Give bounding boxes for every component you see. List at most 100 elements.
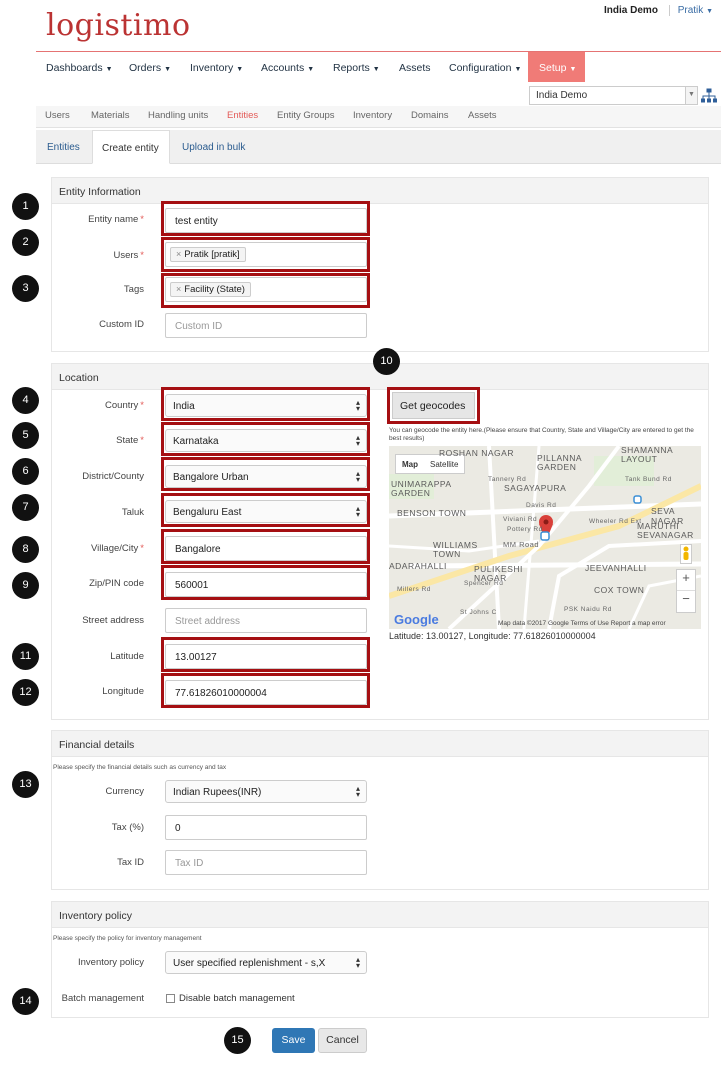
nav-reports[interactable]: Reports ▼	[333, 62, 380, 74]
inventory-policy-panel: Inventory policy	[51, 901, 709, 1018]
taluk-select[interactable]: Bengaluru East ▴ ▾	[165, 500, 367, 523]
tab-entities[interactable]: Entities	[38, 130, 89, 164]
logo[interactable]: logistimo	[46, 8, 191, 43]
subnav-materials[interactable]: Materials	[91, 110, 130, 121]
save-button[interactable]: Save	[272, 1028, 315, 1053]
map-street: Wheeler Rd Ext	[589, 518, 642, 525]
tax-label: Tax (%)	[111, 822, 144, 833]
hierarchy-icon[interactable]	[701, 88, 717, 104]
map-street: Tank Bund Rd	[625, 476, 672, 483]
currency-select[interactable]: Indian Rupees(INR) ▴ ▾	[165, 780, 367, 803]
step-badge: 9	[12, 572, 39, 599]
remove-icon[interactable]: ×	[176, 284, 181, 294]
zip-label: Zip/PIN code	[89, 578, 144, 589]
street-address-input[interactable]: Street address	[165, 608, 367, 633]
inventory-policy-select[interactable]: User specified replenishment - s,X ▴ ▾	[165, 951, 367, 974]
latlng-readout: Latitude: 13.00127, Longitude: 77.618260…	[389, 631, 596, 641]
inventory-policy-label: Inventory policy	[77, 957, 144, 968]
step-badge: 1	[12, 193, 39, 220]
map-place: COX TOWN	[594, 585, 645, 595]
entity-information-panel: Entity Information	[51, 177, 709, 352]
taluk-label: Taluk	[121, 507, 144, 518]
map-street: Pottery Rd	[507, 526, 543, 533]
entity-tabs: Entities Create entity Upload in bulk	[36, 130, 721, 164]
user-menu[interactable]: Pratik ▼	[668, 5, 713, 16]
state-select[interactable]: Karnataka ▴ ▾	[165, 429, 367, 452]
entity-name-input[interactable]: test entity	[165, 208, 367, 233]
tax-id-input[interactable]: Tax ID	[165, 850, 367, 875]
disable-batch-checkbox[interactable]	[166, 994, 175, 1003]
map-place: ROSHAN NAGAR	[439, 448, 514, 458]
custom-id-input[interactable]: Custom ID	[165, 313, 367, 338]
map-place: PILLANNA GARDEN	[537, 453, 582, 472]
map-footer: Map data ©2017 Google Terms of Use Repor…	[498, 620, 666, 627]
village-label: Village/City *	[90, 543, 144, 554]
custom-id-label: Custom ID	[99, 319, 144, 330]
tax-input[interactable]: 0	[165, 815, 367, 840]
step-badge: 4	[12, 387, 39, 414]
map-street: Spencer Rd	[464, 580, 504, 587]
chevron-down-icon: ▼	[685, 87, 697, 104]
step-badge: 11	[12, 643, 39, 670]
longitude-input[interactable]: 77.61826010000004	[165, 680, 367, 705]
nav-accounts[interactable]: Accounts ▼	[261, 62, 314, 74]
nav-dashboards[interactable]: Dashboards ▼	[46, 62, 113, 74]
tab-upload-in-bulk[interactable]: Upload in bulk	[173, 130, 254, 164]
district-label: District/County	[82, 471, 144, 482]
subnav-entity-groups[interactable]: Entity Groups	[277, 110, 335, 121]
subnav-users[interactable]: Users	[45, 110, 70, 121]
get-geocodes-button[interactable]: Get geocodes	[392, 392, 475, 419]
nav-orders[interactable]: Orders ▼	[129, 62, 171, 74]
geocode-note: You can geocode the entity here.(Please …	[389, 427, 694, 442]
panel-title: Financial details	[52, 731, 708, 757]
subnav-inventory[interactable]: Inventory	[353, 110, 392, 121]
chevron-down-icon: ▼	[706, 8, 713, 15]
nav-inventory[interactable]: Inventory ▼	[190, 62, 243, 74]
map-street: PSK Naidu Rd	[564, 606, 612, 613]
page: { "header": { "logo_text": "logistimo", …	[0, 0, 721, 1075]
subnav-entities[interactable]: Entities	[227, 110, 258, 121]
zoom-control[interactable]: + −	[676, 569, 696, 613]
entity-name-label: Entity name *	[88, 214, 144, 225]
tags-label: Tags	[123, 284, 144, 295]
district-select[interactable]: Bangalore Urban ▴ ▾	[165, 465, 367, 488]
map-street: Viviani Rd	[503, 516, 538, 523]
country-select[interactable]: India ▴ ▾	[165, 394, 367, 417]
subnav-domains[interactable]: Domains	[411, 110, 449, 121]
street-view-pegman-icon[interactable]	[680, 544, 692, 564]
user-chip[interactable]: × Pratik [pratik]	[170, 247, 246, 262]
top-right-menu: India Demo Pratik ▼	[604, 5, 713, 16]
main-nav: Dashboards ▼ Orders ▼ Inventory ▼ Accounts ▼…	[36, 52, 721, 82]
map-street: Tannery Rd	[488, 476, 527, 483]
panel-title: Inventory policy	[52, 902, 708, 928]
zoom-in-button[interactable]: +	[677, 570, 695, 591]
tag-chip[interactable]: × Facility (State)	[170, 282, 251, 297]
map-street: Millers Rd	[397, 586, 431, 593]
nav-setup[interactable]: Setup ▼	[528, 52, 585, 82]
zip-input[interactable]: 560001	[165, 572, 367, 597]
remove-icon[interactable]: ×	[176, 249, 181, 259]
subnav-handling-units[interactable]: Handling units	[148, 110, 208, 121]
zoom-out-button[interactable]: −	[677, 591, 695, 606]
state-label: State *	[116, 435, 144, 446]
step-badge: 5	[12, 422, 39, 449]
subnav-assets[interactable]: Assets	[468, 110, 497, 121]
nav-assets[interactable]: Assets	[399, 62, 431, 74]
map-street: Davis Rd	[526, 502, 557, 509]
step-badge: 7	[12, 494, 39, 521]
step-badge: 8	[12, 536, 39, 563]
domain-select[interactable]: India Demo ▼	[529, 86, 698, 105]
currency-label: Currency	[105, 786, 144, 797]
latitude-input[interactable]: 13.00127	[165, 644, 367, 669]
latitude-label: Latitude	[110, 651, 144, 662]
disable-batch-label[interactable]: Disable batch management	[179, 993, 295, 1004]
nav-configuration[interactable]: Configuration ▼	[449, 62, 521, 74]
cancel-button[interactable]: Cancel	[318, 1028, 367, 1053]
tab-create-entity[interactable]: Create entity	[92, 130, 170, 164]
map-view[interactable]: Map Satellite ROSHAN NAGAR PILLANNA GARDE…	[389, 446, 701, 629]
map-type-map[interactable]: Map	[396, 455, 424, 474]
map-place: ADARAHALLI	[389, 561, 447, 571]
inventory-hint: Please specify the policy for inventory …	[53, 935, 202, 942]
village-input[interactable]: Bangalore	[165, 536, 367, 561]
google-logo: Google	[394, 612, 439, 627]
